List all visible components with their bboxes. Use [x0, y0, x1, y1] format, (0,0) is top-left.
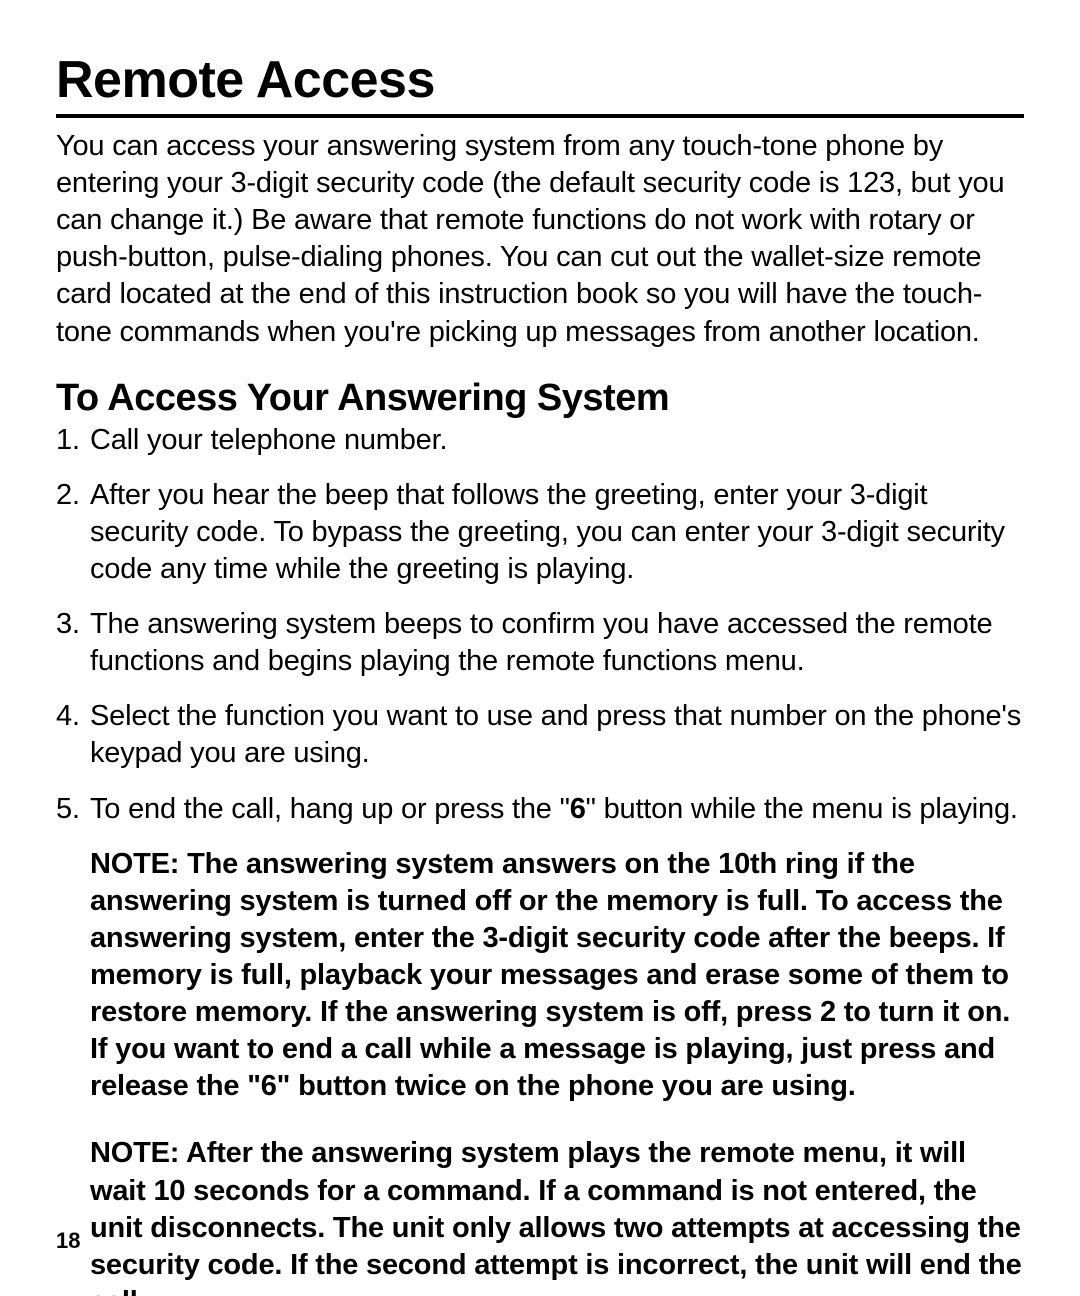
step-5-bold-6: 6: [570, 793, 586, 825]
step-5: To end the call, hang up or press the "6…: [90, 791, 1024, 828]
section-title: Remote Access: [56, 50, 1024, 118]
steps-list: Call your telephone number. After you he…: [56, 422, 1024, 828]
page-number: 18: [56, 1228, 80, 1254]
page: Remote Access You can access your answer…: [0, 0, 1080, 1296]
step-2: After you hear the beep that follows the…: [90, 477, 1024, 588]
note-2: NOTE: After the answering system plays t…: [90, 1135, 1024, 1296]
step-5-text-pre: To end the call, hang up or press the ": [90, 793, 570, 825]
subsection-title: To Access Your Answering System: [56, 377, 1024, 420]
step-1: Call your telephone number.: [90, 422, 1024, 459]
note-1: NOTE: The answering system answers on th…: [90, 846, 1024, 1106]
intro-paragraph: You can access your answering system fro…: [56, 128, 1024, 351]
step-4: Select the function you want to use and …: [90, 698, 1024, 772]
step-5-text-post: " button while the menu is playing.: [586, 793, 1018, 825]
step-3: The answering system beeps to confirm yo…: [90, 606, 1024, 680]
